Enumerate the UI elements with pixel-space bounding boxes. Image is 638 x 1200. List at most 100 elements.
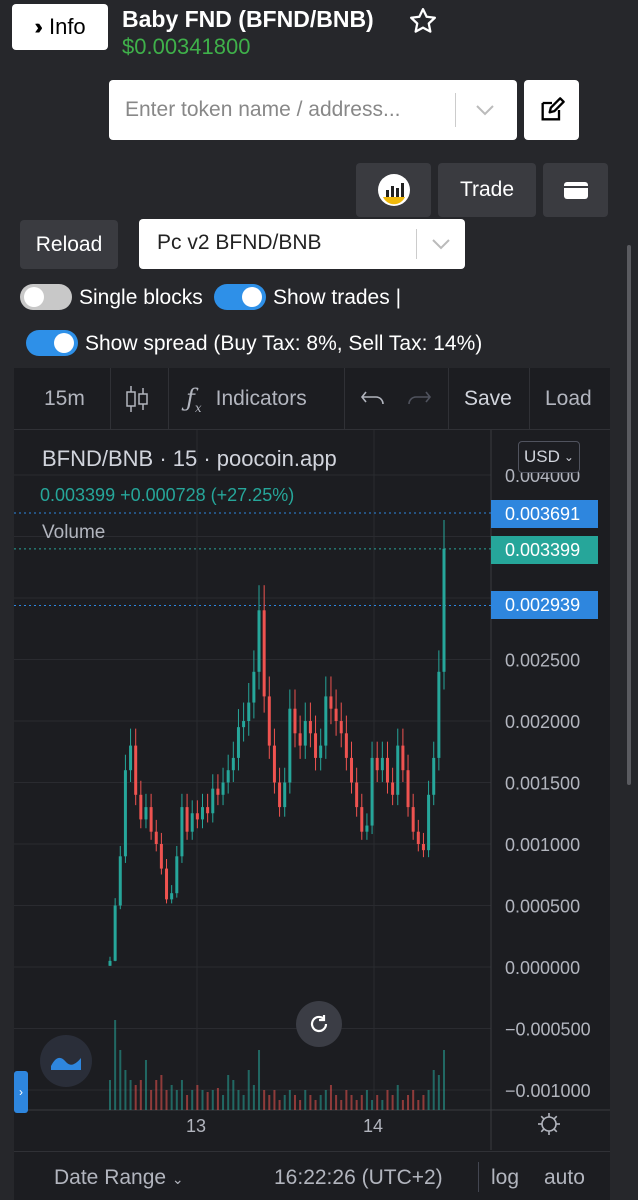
volume-bar [139,1080,142,1110]
candle-body [190,813,194,832]
reload-button[interactable]: Reload [20,220,118,269]
candle-body [308,721,312,734]
token-search-input[interactable] [125,80,445,140]
show-trades-toggle[interactable] [214,284,266,310]
volume-bar [365,1090,368,1110]
chevron-down-icon[interactable] [473,100,497,120]
page-scrollbar[interactable] [627,245,631,785]
pair-select[interactable]: Pc v2 BFND/BNB [139,219,465,269]
candle-body [303,721,307,746]
currency-label: USD [524,447,560,466]
candle-body [365,825,369,832]
auto-scale-button[interactable]: auto [544,1166,585,1190]
show-spread-toggle[interactable] [26,330,78,356]
volume-bar [412,1090,415,1110]
y-tick-label: 0.001000 [505,835,580,855]
save-button[interactable]: Save [464,368,512,430]
token-price: $0.00341800 [122,34,251,59]
double-chevron-right-icon: ›› [34,14,42,39]
undo-button[interactable] [360,368,386,430]
candle-body [380,757,384,771]
show-trades-label: Show trades | [273,286,402,309]
candle-body [442,548,446,672]
load-button[interactable]: Load [545,368,592,430]
volume-bar [258,1050,261,1110]
show-spread-label: Show spread (Buy Tax: 8%, Sell Tax: 14%) [85,332,483,355]
candle-body [216,788,220,795]
volume-bar [114,1020,117,1110]
volume-label: Volume [42,522,106,543]
single-blocks-toggle[interactable] [20,284,72,310]
candle-body [293,708,297,734]
candle-body [427,794,431,851]
candle-body [113,905,117,961]
volume-bar [422,1095,425,1110]
candle-body [180,807,184,857]
volume-bar [150,1090,153,1110]
edit-button[interactable] [524,80,579,140]
chevron-down-icon [432,239,450,250]
candle-body [165,868,169,900]
chart-button[interactable] [356,163,431,217]
candle-body [432,757,436,795]
y-tick-label: 0.000500 [505,897,580,917]
info-button[interactable]: ›› Info [12,4,108,50]
candle-body [247,702,251,721]
candle-body [252,671,256,703]
wallet-button[interactable] [543,163,608,217]
function-icon: ƒx [186,383,202,415]
candle-body [396,745,400,795]
candlestick-icon [126,386,148,412]
redo-button[interactable] [406,368,432,430]
interval-button[interactable]: 15m [44,368,85,430]
volume-bar [278,1100,281,1110]
settings-icon [538,1113,560,1135]
chart-legend-change: 0.003399 +0.000728 (+27.25%) [40,485,295,505]
log-scale-button[interactable]: log [491,1166,519,1190]
indicators-button[interactable]: ƒx Indicators [186,368,307,430]
candle-body [360,807,364,832]
scroll-left-tab[interactable]: › [14,1071,28,1113]
volume-bar [360,1095,363,1110]
volume-bar [319,1095,322,1110]
volume-bar [247,1070,250,1110]
candle-body [355,782,359,808]
candle-body [144,807,148,820]
volume-bar [237,1090,240,1110]
volume-bar [160,1075,163,1110]
info-label: Info [48,14,86,39]
volume-bar [407,1095,410,1110]
trade-button[interactable]: Trade [438,163,536,217]
candle-body [437,671,441,758]
candle-body [319,745,323,758]
candle-body [149,807,153,832]
currency-select[interactable]: USD ⌄ [518,441,580,473]
volume-bar [386,1090,389,1110]
volume-bar [381,1100,384,1110]
candle-body [288,708,292,783]
y-tick-label: −0.000500 [505,1020,591,1040]
reset-chart-button[interactable] [296,1001,342,1047]
volume-bar [396,1085,399,1110]
candle-body [344,733,348,758]
candle-body [314,733,318,758]
y-tick-label: −0.001000 [505,1081,591,1101]
star-icon[interactable] [408,6,438,36]
candle-body [175,856,179,894]
tradingview-logo-icon [51,1057,81,1070]
volume-bar [273,1090,276,1110]
candle-body [272,745,276,783]
volume-bar [314,1100,317,1110]
candle-body [154,831,158,844]
volume-bar [350,1095,353,1110]
volume-bar [175,1090,178,1110]
volume-bar [391,1095,394,1110]
divider [416,229,417,259]
date-range-button[interactable]: Date Range ⌄ [54,1166,184,1190]
price-tag-last: 0.003399 [491,536,598,564]
tradingview-logo[interactable] [40,1035,92,1087]
volume-bar [345,1090,348,1110]
candle-type-button[interactable] [124,368,150,430]
candle-body [267,696,271,746]
candle-body [185,807,189,832]
